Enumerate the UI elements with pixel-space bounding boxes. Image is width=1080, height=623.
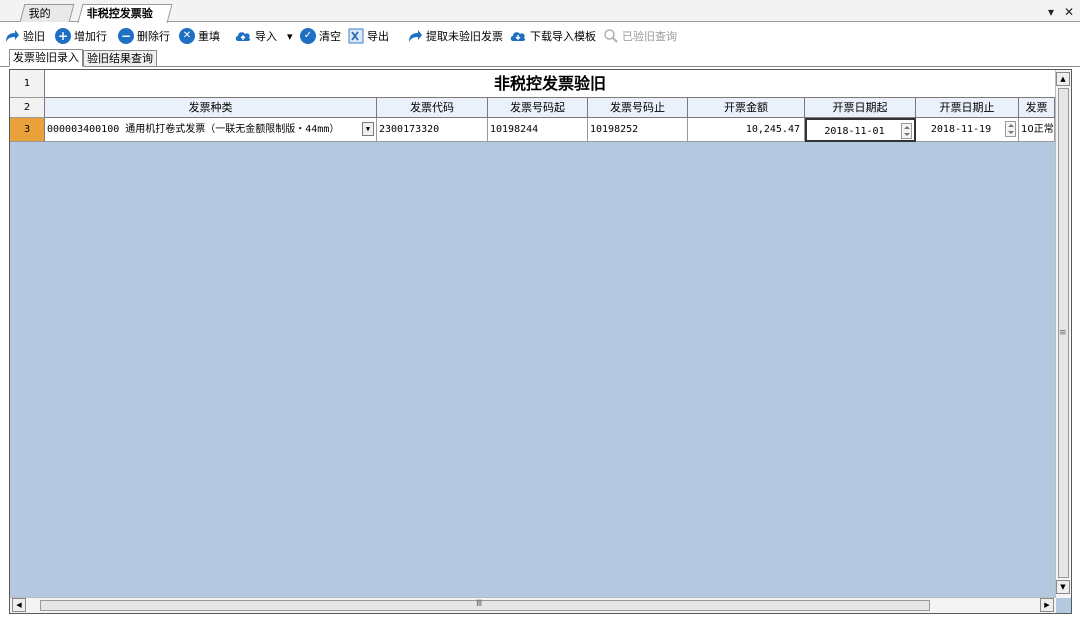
tab-result-query[interactable]: 验旧结果查询 — [83, 50, 157, 67]
scroll-left-icon[interactable]: ◀ — [12, 598, 26, 612]
scroll-down-icon[interactable]: ▼ — [1056, 580, 1070, 594]
cell-invoice-type[interactable]: 000003400100 通用机打卷式发票（一联无金额限制版・44mm） ▼ — [45, 118, 377, 142]
import-dropdown-button[interactable]: ▾ — [287, 26, 293, 46]
cloud-upload-icon — [235, 32, 251, 41]
cell-number-start[interactable]: 10198244 — [488, 118, 588, 142]
tab-my-messages[interactable]: 我的消息 — [19, 4, 75, 37]
date-spinner-icon[interactable] — [901, 123, 912, 139]
column-header-invoice-status[interactable]: 发票 — [1019, 98, 1055, 118]
scroll-grip-icon: ≡ — [1059, 328, 1067, 338]
verify-button[interactable]: 验旧 — [4, 26, 45, 46]
cell-number-end[interactable]: 10198252 — [588, 118, 688, 142]
verified-query-button[interactable]: 已验旧查询 — [603, 26, 677, 46]
cell-date-end[interactable]: 2018-11-19 — [916, 118, 1019, 142]
document-tab-bar: 我的消息 非税控发票验旧 ▾ ✕ — [0, 0, 1080, 37]
grid-title: 非税控发票验旧 — [45, 70, 1055, 98]
column-header-amount[interactable]: 开票金额 — [688, 98, 805, 118]
delete-row-button[interactable]: − 删除行 — [118, 26, 170, 46]
cell-amount[interactable]: 10,245.47 — [688, 118, 805, 142]
dropdown-arrow-icon[interactable]: ▼ — [362, 122, 374, 136]
chevron-down-icon: ▾ — [287, 29, 293, 43]
scroll-up-icon[interactable]: ▲ — [1056, 72, 1070, 86]
check-circle-icon: ✓ — [300, 28, 316, 44]
row-header: 2 — [10, 98, 45, 118]
refill-button[interactable]: ✕ 重填 — [179, 26, 220, 46]
column-header-invoice-code[interactable]: 发票代码 — [377, 98, 488, 118]
scroll-right-icon[interactable]: ▶ — [1040, 598, 1054, 612]
import-button[interactable]: 导入 — [234, 26, 277, 46]
horizontal-scrollbar[interactable]: ◀ Ⅲ ▶ — [10, 597, 1056, 613]
toolbar: 验旧 + 增加行 − 删除行 ✕ 重填 导入 ▾ ✓ 清空 导出 提取未验旧发票… — [0, 23, 1080, 49]
invoice-grid: 1 2 3 非税控发票验旧 发票种类 发票代码 发票号码起 发票号码止 开票金额… — [9, 69, 1072, 614]
window-menu-icon[interactable]: ▾ — [1048, 5, 1054, 19]
horizontal-scroll-thumb[interactable] — [40, 600, 930, 611]
plus-circle-icon: + — [55, 28, 71, 44]
cloud-download-icon — [510, 32, 526, 41]
sub-tab-bar: 发票验旧录入 验旧结果查询 — [0, 49, 1080, 67]
cell-date-start[interactable]: 2018-11-01 — [805, 118, 916, 142]
excel-export-icon — [348, 28, 364, 44]
date-spinner-icon[interactable] — [1005, 121, 1016, 137]
column-header-date-end[interactable]: 开票日期止 — [916, 98, 1019, 118]
extract-unverified-button[interactable]: 提取未验旧发票 — [407, 26, 503, 46]
add-row-button[interactable]: + 增加行 — [55, 26, 107, 46]
cell-invoice-status[interactable]: 10正常填 — [1019, 118, 1055, 142]
minus-circle-icon: − — [118, 28, 134, 44]
column-header-number-start[interactable]: 发票号码起 — [488, 98, 588, 118]
row-header: 1 — [10, 70, 45, 98]
column-header-invoice-type[interactable]: 发票种类 — [45, 98, 377, 118]
export-button[interactable]: 导出 — [348, 26, 389, 46]
column-header-number-end[interactable]: 发票号码止 — [588, 98, 688, 118]
arrow-redo-icon — [6, 30, 19, 42]
arrow-redo-icon — [409, 30, 422, 42]
download-template-button[interactable]: 下载导入模板 — [509, 26, 596, 46]
row-header-selected[interactable]: 3 — [10, 118, 45, 142]
scroll-grip-icon: Ⅲ — [476, 599, 483, 609]
cell-invoice-code[interactable]: 2300173320 — [377, 118, 488, 142]
tab-invoice-verify[interactable]: 非税控发票验旧 — [77, 4, 173, 37]
x-circle-icon: ✕ — [179, 28, 195, 44]
close-icon[interactable]: ✕ — [1064, 5, 1074, 19]
column-header-date-start[interactable]: 开票日期起 — [805, 98, 916, 118]
tab-invoice-entry[interactable]: 发票验旧录入 — [9, 49, 83, 67]
clear-button[interactable]: ✓ 清空 — [300, 26, 341, 46]
vertical-scrollbar[interactable]: ▲ ≡ ▼ — [1055, 70, 1071, 598]
search-icon — [604, 29, 618, 43]
